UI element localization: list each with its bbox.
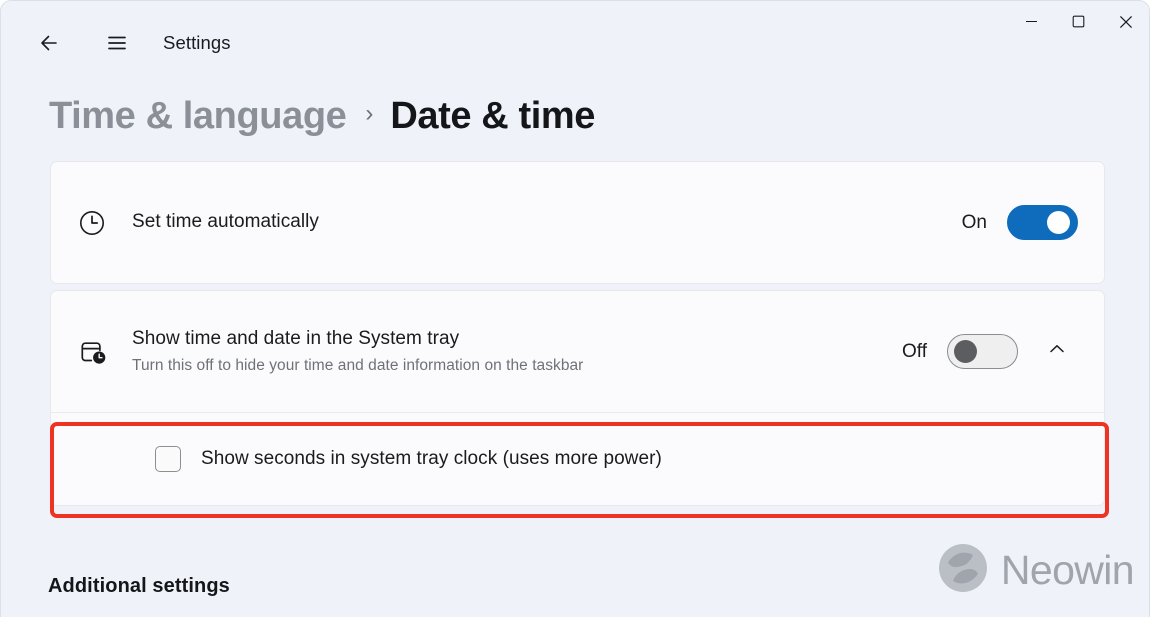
close-icon — [1119, 15, 1133, 34]
page-title: Date & time — [390, 94, 596, 137]
app-title: Settings — [163, 32, 231, 53]
maximize-icon — [1072, 15, 1085, 33]
breadcrumb-chevron-icon: › — [365, 100, 374, 127]
setting-title: Set time automatically — [132, 211, 319, 233]
neowin-wordmark: Neowin — [1000, 547, 1135, 593]
clock-icon — [78, 209, 122, 237]
neowin-logo-icon — [937, 542, 989, 599]
minimize-button[interactable] — [1008, 1, 1055, 47]
breadcrumb-parent-link[interactable]: Time & language — [49, 95, 347, 138]
toggle-state-label: On — [961, 211, 987, 233]
row-text-group: Set time automatically — [122, 210, 962, 235]
additional-settings-heading: Additional settings — [48, 575, 230, 597]
card-set-time-automatically: Set time automatically On — [50, 161, 1105, 284]
calendar-clock-icon — [78, 337, 122, 367]
settings-content: Set time automatically On Show time and … — [1, 161, 1149, 506]
breadcrumb: Time & language › Date & time — [49, 85, 595, 147]
row-control-group: On — [962, 205, 1078, 240]
card-show-time-and-date: Show time and date in the System tray Tu… — [50, 290, 1105, 506]
setting-subtitle: Turn this off to hide your time and date… — [132, 356, 584, 374]
title-bar-left-group: Settings — [29, 23, 231, 63]
toggle-state-label: Off — [902, 340, 927, 362]
maximize-button[interactable] — [1055, 1, 1102, 47]
show-seconds-checkbox[interactable] — [155, 446, 181, 472]
show-seconds-label: Show seconds in system tray clock (uses … — [201, 448, 662, 469]
close-button[interactable] — [1102, 1, 1149, 47]
chevron-up-icon — [1047, 339, 1067, 364]
back-arrow-icon — [37, 31, 61, 55]
neowin-watermark: Neowin — [937, 542, 1135, 599]
row-show-seconds[interactable]: Show seconds in system tray clock (uses … — [51, 413, 1104, 505]
window-controls — [1008, 1, 1149, 47]
hamburger-menu-icon — [105, 31, 129, 55]
row-show-time-and-date[interactable]: Show time and date in the System tray Tu… — [51, 291, 1104, 412]
toggle-knob — [954, 340, 977, 363]
expander-button[interactable] — [1036, 331, 1078, 373]
toggle-knob — [1047, 211, 1070, 234]
show-time-and-date-toggle[interactable] — [947, 334, 1018, 369]
back-button[interactable] — [29, 23, 69, 63]
row-control-group: Off — [902, 331, 1078, 373]
set-time-automatically-toggle[interactable] — [1007, 205, 1078, 240]
minimize-icon — [1025, 15, 1038, 33]
row-text-group: Show time and date in the System tray Tu… — [122, 327, 902, 376]
title-bar: Settings — [1, 1, 1149, 85]
settings-window: Settings Time & language › Date & time S… — [0, 0, 1150, 617]
navigation-menu-button[interactable] — [97, 23, 137, 63]
setting-title: Show time and date in the System tray — [132, 328, 460, 350]
row-set-time-automatically[interactable]: Set time automatically On — [51, 162, 1104, 283]
